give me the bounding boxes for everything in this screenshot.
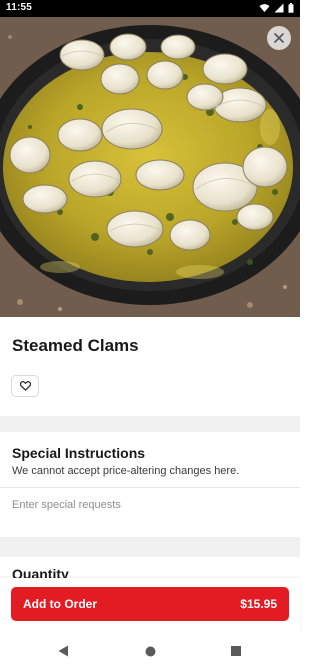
battery-icon — [288, 3, 294, 13]
recents-icon — [231, 646, 241, 656]
back-button[interactable] — [55, 643, 71, 659]
signal-icon — [274, 3, 284, 13]
home-button[interactable] — [142, 643, 158, 659]
section-divider — [0, 416, 300, 432]
steamed-clams-photo — [0, 17, 300, 317]
order-price: $15.95 — [240, 597, 277, 611]
special-instructions-title: Special Instructions — [12, 445, 146, 461]
system-nav-bar — [0, 634, 300, 667]
home-icon — [145, 646, 155, 656]
close-button[interactable] — [267, 26, 291, 50]
wifi-icon — [259, 4, 270, 13]
item-title: Steamed Clams — [12, 336, 139, 355]
special-instructions-subtitle: We cannot accept price-altering changes … — [12, 465, 240, 477]
status-time: 11:55 — [6, 2, 33, 13]
bottom-action-bar: Add to Order $15.95 — [0, 578, 300, 634]
status-bar: 11:55 — [0, 0, 300, 17]
item-photo — [0, 17, 300, 317]
add-to-order-button[interactable]: Add to Order $15.95 — [11, 587, 289, 621]
close-icon — [274, 33, 284, 43]
special-requests-input[interactable] — [0, 488, 300, 536]
recents-button[interactable] — [228, 643, 244, 659]
section-divider — [0, 537, 300, 557]
add-to-order-label: Add to Order — [23, 597, 97, 611]
heart-icon — [19, 381, 31, 391]
status-icons — [259, 3, 294, 13]
back-icon — [58, 645, 68, 657]
favorite-button[interactable] — [11, 375, 39, 397]
